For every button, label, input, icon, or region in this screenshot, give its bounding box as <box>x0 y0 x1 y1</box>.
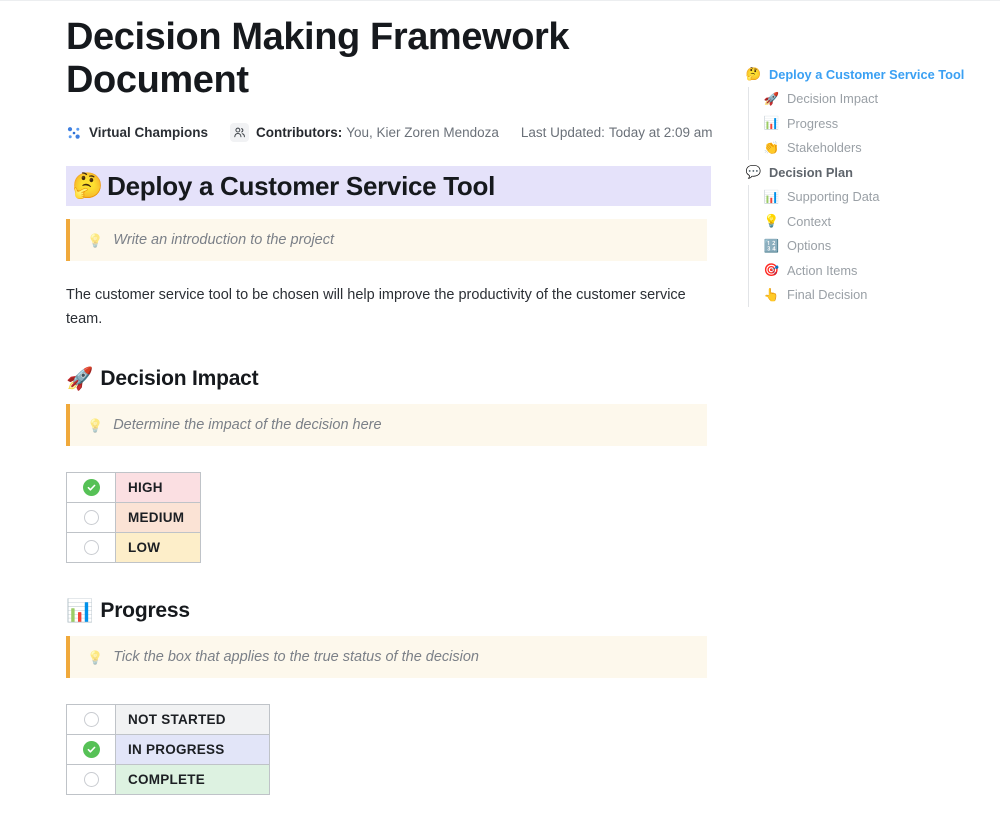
outline-item-label: Options <box>787 238 831 253</box>
outline-item-label: Stakeholders <box>787 140 862 155</box>
progress-table: NOT STARTEDIN PROGRESSCOMPLETE <box>66 704 270 795</box>
bar-chart-emoji: 📊 <box>66 600 93 622</box>
space-name: Virtual Champions <box>89 125 208 140</box>
outline-item-context[interactable]: 💡 Context <box>741 209 991 234</box>
document-body: Decision Making Framework Document Virtu… <box>66 0 711 795</box>
charts-emoji: 📊 <box>763 191 780 204</box>
outline-item-decision-impact[interactable]: 🚀 Decision Impact <box>741 87 991 112</box>
decision-impact-rows: HIGHMEDIUMLOW <box>67 473 201 563</box>
outline-item-label: Supporting Data <box>787 189 879 204</box>
radio-checked-icon[interactable] <box>83 741 100 758</box>
light-bulb-icon: 💡 <box>87 651 103 664</box>
outline-item-deploy-a-customer-service-tool[interactable]: 🤔 Deploy a Customer Service Tool <box>741 62 991 87</box>
pointing-up-emoji: 👆 <box>763 289 780 302</box>
document-meta-row: Virtual Champions Contributors: You, Kie… <box>66 123 711 142</box>
impact-option-row-checkbox-cell[interactable] <box>67 503 116 533</box>
outline-item-label: Action Items <box>787 263 857 278</box>
heading-progress-text: Progress <box>100 599 189 623</box>
progress-option-row-label: COMPLETE <box>116 765 270 795</box>
outline-item-label: Decision Plan <box>769 165 853 180</box>
callout-progress: 💡 Tick the box that applies to the true … <box>66 636 707 678</box>
outline-item-label: Decision Impact <box>787 91 878 106</box>
progress-option-row-label: NOT STARTED <box>116 705 270 735</box>
space-meta[interactable]: Virtual Champions <box>66 125 208 141</box>
progress-option-row-checkbox-cell[interactable] <box>67 705 116 735</box>
progress-option-row-checkbox-cell[interactable] <box>67 765 116 795</box>
callout-intro: 💡 Write an introduction to the project <box>66 219 707 261</box>
outline-item-options[interactable]: 🔢 Options <box>741 234 991 259</box>
radio-unchecked-icon[interactable] <box>84 772 99 787</box>
outline-item-final-decision[interactable]: 👆 Final Decision <box>741 283 991 308</box>
impact-option-row-label: LOW <box>116 533 201 563</box>
document-page: Decision Making Framework Document Virtu… <box>0 0 1000 817</box>
outline-item-decision-plan[interactable]: 💬 Decision Plan <box>741 160 991 185</box>
outline-item-action-items[interactable]: 🎯 Action Items <box>741 258 991 283</box>
impact-option-row-checkbox-cell[interactable] <box>67 533 116 563</box>
outline-item-label: Deploy a Customer Service Tool <box>769 67 964 82</box>
progress-option-row[interactable]: NOT STARTED <box>67 705 270 735</box>
outline-item-label: Progress <box>787 116 838 131</box>
callout-intro-text: Write an introduction to the project <box>113 232 334 248</box>
outline-item-stakeholders[interactable]: 👏 Stakeholders <box>741 136 991 161</box>
impact-option-row-label: HIGH <box>116 473 201 503</box>
outline-item-progress[interactable]: 📊 Progress <box>741 111 991 136</box>
thinking-face-emoji: 🤔 <box>72 174 103 199</box>
progress-option-row-label: IN PROGRESS <box>116 735 270 765</box>
callout-decision-impact: 💡 Determine the impact of the decision h… <box>66 404 707 446</box>
outline-item-label: Final Decision <box>787 287 867 302</box>
progress-rows: NOT STARTEDIN PROGRESSCOMPLETE <box>67 705 270 795</box>
contributors-value: You, Kier Zoren Mendoza <box>346 125 499 140</box>
impact-option-row[interactable]: LOW <box>67 533 201 563</box>
radio-unchecked-icon[interactable] <box>84 540 99 555</box>
bar-chart-emoji: 📊 <box>763 117 780 130</box>
light-bulb-icon: 💡 <box>87 234 103 247</box>
progress-option-row[interactable]: IN PROGRESS <box>67 735 270 765</box>
radio-unchecked-icon[interactable] <box>84 712 99 727</box>
outline-item-label: Context <box>787 214 831 229</box>
banner-title: Deploy a Customer Service Tool <box>107 171 495 202</box>
heading-decision-impact: 🚀 Decision Impact <box>66 367 711 391</box>
last-updated-meta: Last Updated: Today at 2:09 am <box>521 125 713 140</box>
radio-unchecked-icon[interactable] <box>84 510 99 525</box>
radio-checked-icon[interactable] <box>83 479 100 496</box>
light-bulb-icon: 💡 <box>87 419 103 432</box>
impact-option-row[interactable]: HIGH <box>67 473 201 503</box>
page-title: Decision Making Framework Document <box>66 16 586 102</box>
heading-decision-impact-text: Decision Impact <box>100 367 258 391</box>
section-banner-deploy-tool: 🤔 Deploy a Customer Service Tool <box>66 166 711 206</box>
rocket-emoji: 🚀 <box>66 368 93 390</box>
rocket-emoji: 🚀 <box>763 93 780 106</box>
input-numbers-emoji: 🔢 <box>763 240 780 253</box>
contributors-meta[interactable]: Contributors: You, Kier Zoren Mendoza <box>230 123 499 142</box>
last-updated-value: Today at 2:09 am <box>609 125 713 140</box>
intro-paragraph: The customer service tool to be chosen w… <box>66 283 686 331</box>
progress-option-row-checkbox-cell[interactable] <box>67 735 116 765</box>
clickup-logo-icon <box>66 125 82 141</box>
document-outline: 🤔 Deploy a Customer Service Tool 🚀 Decision… <box>741 62 991 307</box>
light-bulb-emoji: 💡 <box>763 215 780 228</box>
impact-option-row-checkbox-cell[interactable] <box>67 473 116 503</box>
contributors-label: Contributors: <box>256 125 342 140</box>
decision-impact-table: HIGHMEDIUMLOW <box>66 472 201 563</box>
impact-option-row-label: MEDIUM <box>116 503 201 533</box>
people-icon <box>230 123 249 142</box>
outline-item-supporting-data[interactable]: 📊 Supporting Data <box>741 185 991 210</box>
clapping-hands-emoji: 👏 <box>763 142 780 155</box>
callout-decision-impact-text: Determine the impact of the decision her… <box>113 417 381 433</box>
heading-progress: 📊 Progress <box>66 599 711 623</box>
speech-balloon-emoji: 💬 <box>745 166 762 179</box>
last-updated-label: Last Updated: <box>521 125 605 140</box>
progress-option-row[interactable]: COMPLETE <box>67 765 270 795</box>
callout-progress-text: Tick the box that applies to the true st… <box>113 649 479 665</box>
thinking-face-emoji: 🤔 <box>745 68 762 81</box>
impact-option-row[interactable]: MEDIUM <box>67 503 201 533</box>
direct-hit-emoji: 🎯 <box>763 264 780 277</box>
